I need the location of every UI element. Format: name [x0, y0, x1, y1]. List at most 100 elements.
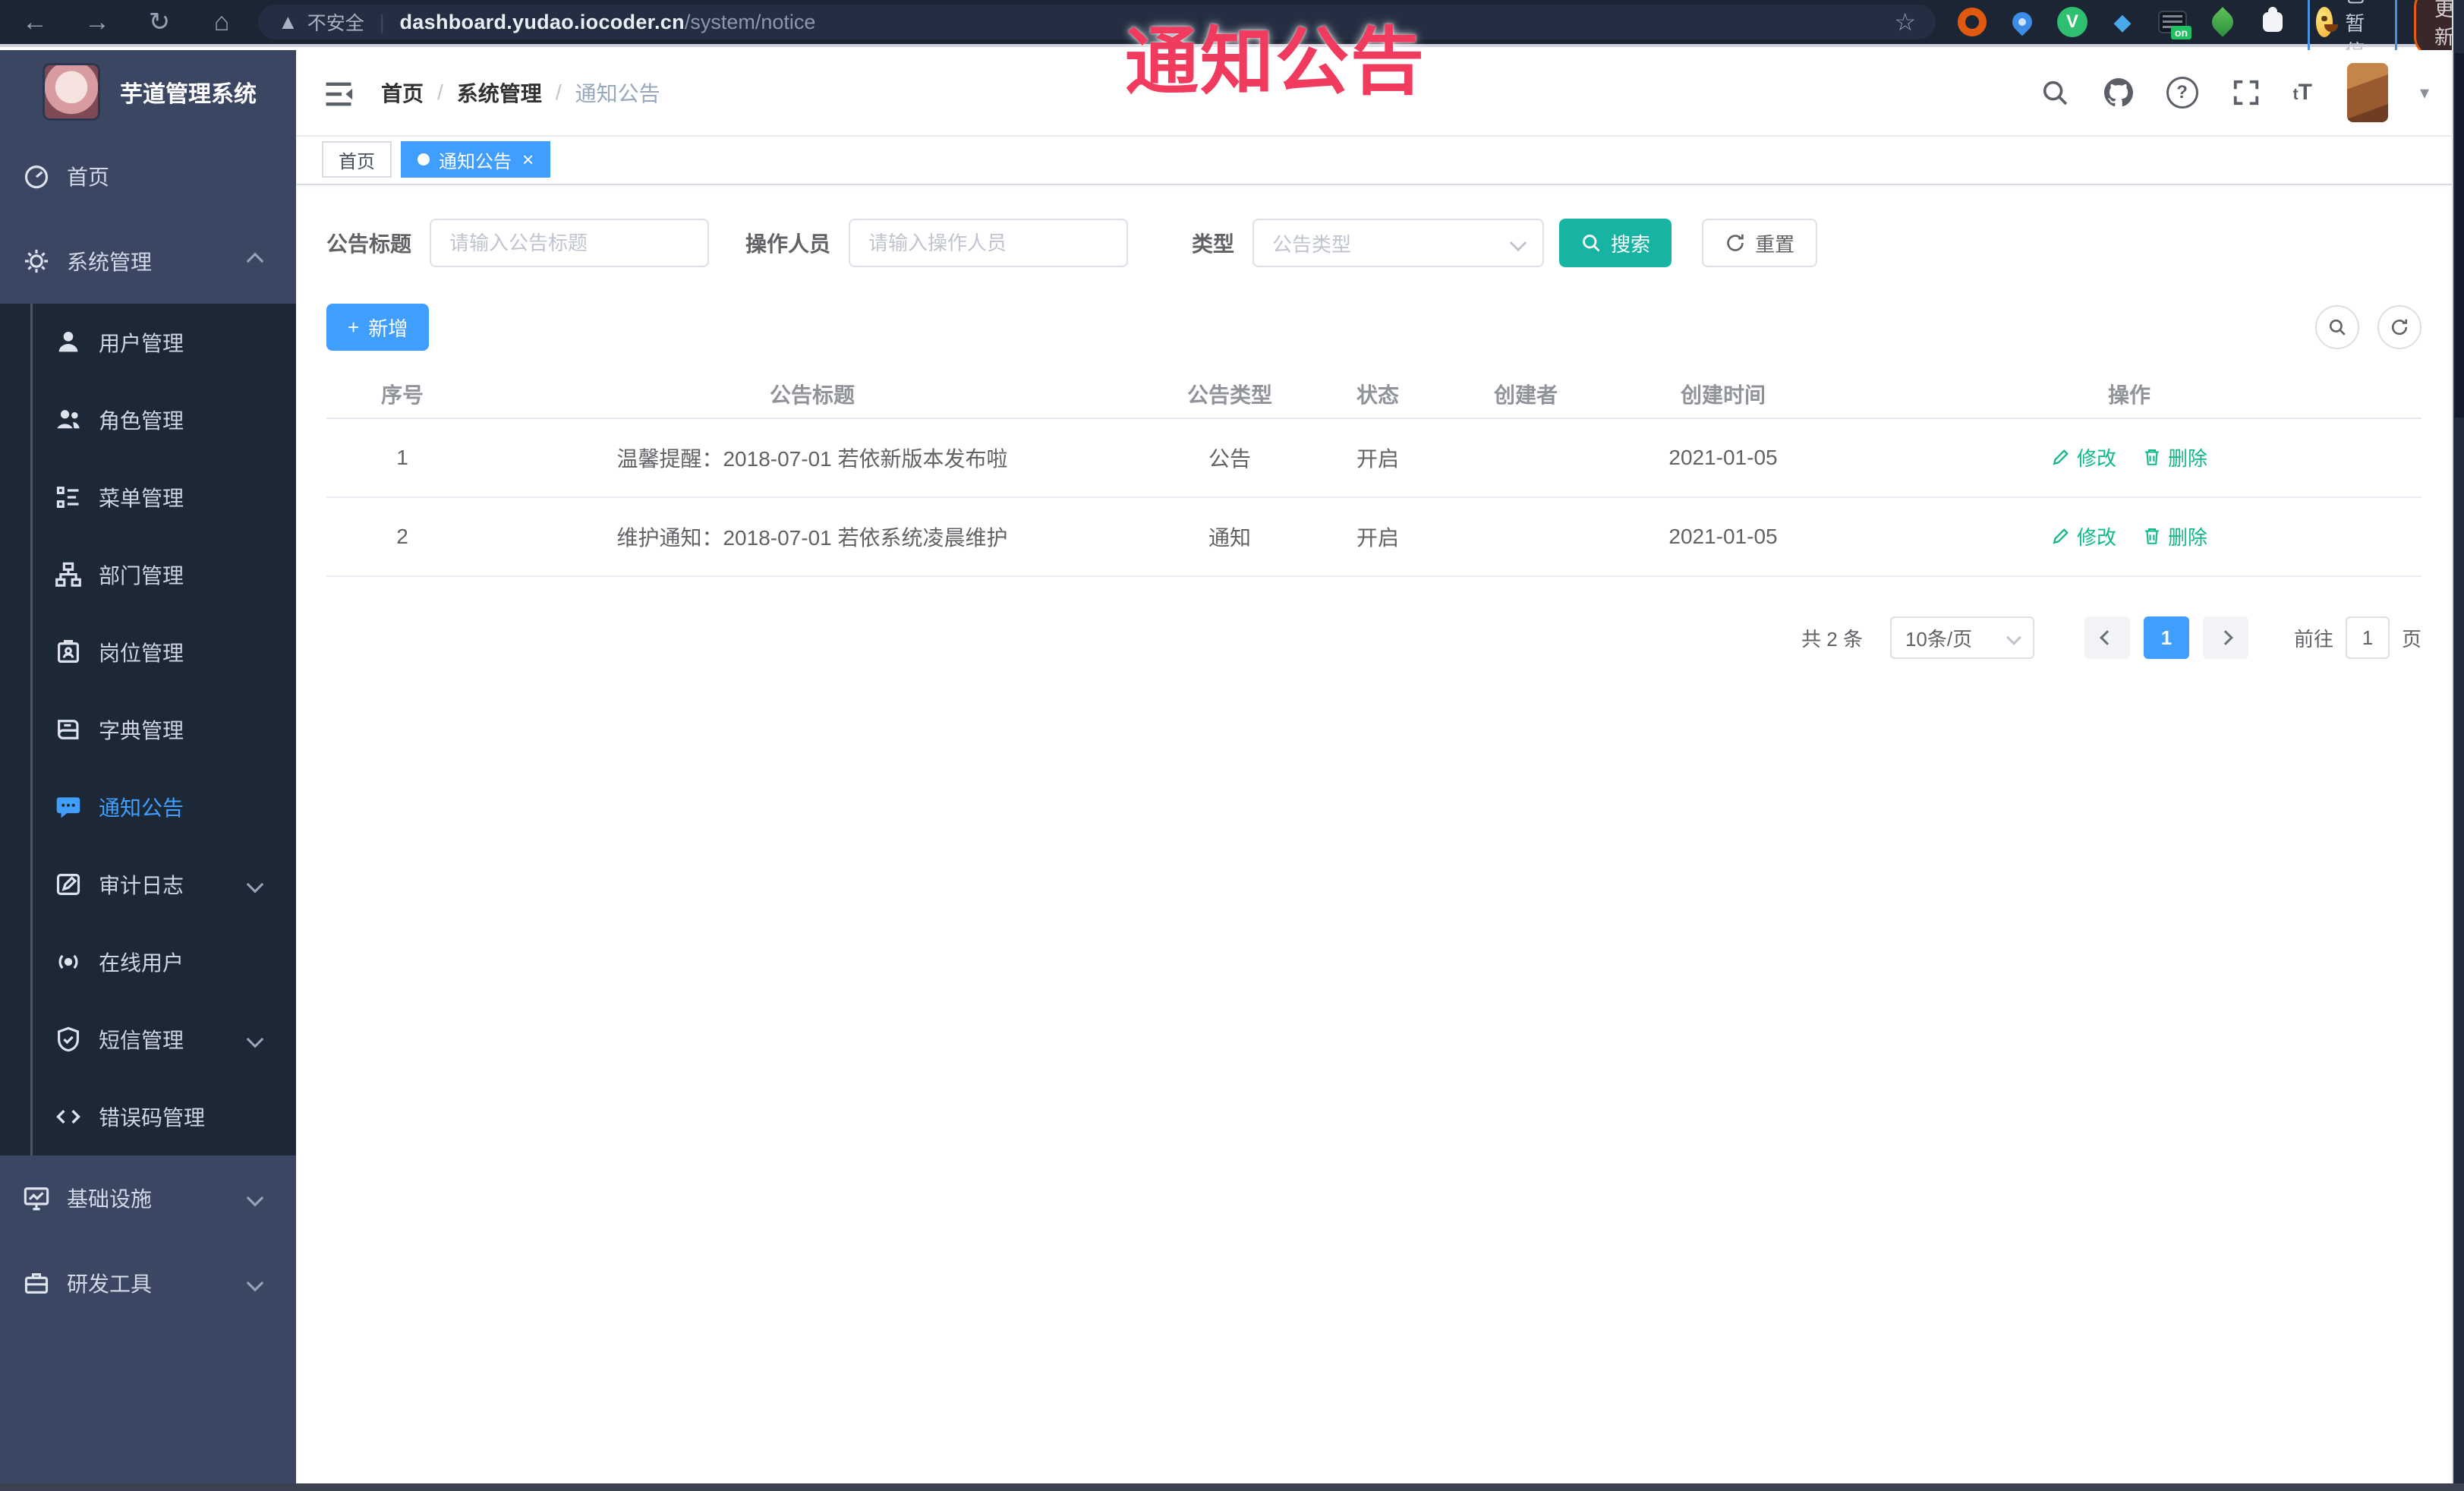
tab-home[interactable]: 首页: [322, 141, 392, 178]
page-number-1[interactable]: 1: [2143, 616, 2189, 659]
cell-creator: [1442, 418, 1609, 498]
goto-label: 前往: [2293, 627, 2333, 651]
address-bar[interactable]: ▲ 不安全 | dashboard.yudao.iocoder.cn /syst…: [258, 5, 1936, 39]
col-header-actions: 操作: [1837, 370, 2421, 419]
badge-icon: [53, 637, 83, 667]
hide-search-button[interactable]: [2315, 305, 2359, 349]
user-icon: [53, 327, 83, 358]
not-secure-badge[interactable]: ▲ 不安全: [278, 8, 364, 36]
sidebar-item-infra[interactable]: 基础设施: [0, 1155, 296, 1240]
plus-icon: +: [348, 315, 360, 339]
browser-toolbar: ← → ↻ ⌂ ▲ 不安全 | dashboard.yudao.iocoder.…: [0, 0, 2464, 71]
sidebar: 芋道管理系统 首页 系统管理 用户管理 角色管理 菜单管理 部门管理 岗位管理 …: [0, 50, 296, 1483]
log-edit-icon: [53, 869, 83, 900]
sidebar-item-notice[interactable]: 通知公告: [0, 768, 296, 846]
sidebar-item-auditlog[interactable]: 审计日志: [0, 846, 296, 923]
fullscreen-icon[interactable]: [2229, 76, 2263, 109]
edit-link-label: 修改: [2076, 525, 2116, 549]
reset-button[interactable]: 重置: [1702, 219, 1818, 267]
sidebar-item-devtools[interactable]: 研发工具: [0, 1240, 296, 1326]
browser-reload-icon[interactable]: ↻: [143, 7, 176, 37]
sidebar-item-depts[interactable]: 部门管理: [0, 536, 296, 613]
delete-link[interactable]: 删除: [2142, 443, 2207, 471]
sidebar-item-posts[interactable]: 岗位管理: [0, 613, 296, 691]
sidebar-item-label: 在线用户: [99, 951, 184, 975]
extension-icon-diamond[interactable]: ◆: [2107, 7, 2138, 37]
sidebar-submenu-system: 用户管理 角色管理 菜单管理 部门管理 岗位管理 字典管理 通知公告 审计日志 …: [0, 304, 296, 1155]
tab-notice[interactable]: 通知公告 ×: [401, 141, 551, 178]
sidebar-item-sms[interactable]: 短信管理: [0, 1001, 296, 1078]
delete-link-label: 删除: [2168, 446, 2208, 470]
extension-icon-pin[interactable]: [2007, 7, 2037, 37]
avatar-caret-icon[interactable]: ▾: [2420, 82, 2429, 104]
pagination-total: 共 2 条: [1801, 627, 1863, 651]
browser-forward-icon[interactable]: →: [80, 8, 114, 37]
sidebar-item-label: 基础设施: [67, 1187, 153, 1211]
add-button[interactable]: + 新增: [326, 304, 430, 351]
dashboard-icon: [21, 161, 52, 191]
search-icon[interactable]: [2038, 76, 2072, 109]
title-filter-input[interactable]: [430, 219, 710, 267]
close-icon[interactable]: ×: [522, 150, 534, 169]
bookmark-star-icon[interactable]: ☆: [1894, 8, 1916, 36]
browser-scrollbar[interactable]: [2452, 0, 2464, 1491]
browser-home-icon[interactable]: ⌂: [205, 8, 238, 37]
sidebar-item-dict[interactable]: 字典管理: [0, 691, 296, 768]
page-size-select[interactable]: 10条/页: [1889, 616, 2034, 659]
type-filter-label: 类型: [1192, 232, 1235, 256]
help-icon[interactable]: ?: [2166, 76, 2199, 109]
type-select[interactable]: 公告类型: [1252, 219, 1545, 267]
url-host: dashboard.yudao.iocoder.cn: [399, 10, 685, 33]
page-content: 公告标题 操作人员 类型 公告类型 搜索 重置: [296, 185, 2452, 659]
tab-label: 通知公告: [439, 151, 512, 172]
chevron-down-icon: [246, 875, 264, 894]
refresh-button[interactable]: [2377, 305, 2421, 349]
browser-back-icon[interactable]: ←: [18, 8, 52, 37]
title-filter-label: 公告标题: [326, 232, 412, 256]
prev-page-button[interactable]: [2084, 616, 2130, 659]
search-button[interactable]: 搜索: [1559, 219, 1672, 267]
gear-icon: [21, 246, 52, 276]
github-icon[interactable]: [2102, 76, 2135, 109]
sidebar-item-label: 菜单管理: [99, 487, 184, 510]
breadcrumb-home[interactable]: 首页: [381, 77, 424, 108]
sidebar-item-errorcode[interactable]: 错误码管理: [0, 1078, 296, 1155]
sidebar-item-home[interactable]: 首页: [0, 134, 296, 219]
reset-button-label: 重置: [1755, 232, 1795, 256]
extension-icon-leaf[interactable]: [2207, 7, 2238, 37]
sidebar-item-online-users[interactable]: 在线用户: [0, 923, 296, 1001]
breadcrumb-system[interactable]: 系统管理: [457, 77, 542, 108]
next-page-button[interactable]: [2202, 616, 2248, 659]
edit-link[interactable]: 修改: [2051, 522, 2116, 550]
extension-icon-puzzle[interactable]: [2258, 7, 2288, 37]
warning-icon: ▲: [278, 10, 298, 33]
scrollbar-thumb[interactable]: [2455, 53, 2464, 418]
delete-link[interactable]: 删除: [2142, 522, 2207, 550]
operator-filter-label: 操作人员: [745, 232, 831, 256]
operator-filter-input[interactable]: [849, 219, 1129, 267]
app-logo-block[interactable]: 芋道管理系统: [0, 50, 296, 134]
user-avatar[interactable]: [2346, 63, 2388, 122]
sidebar-item-roles[interactable]: 角色管理: [0, 381, 296, 459]
sidebar-toggle-icon[interactable]: [322, 77, 355, 108]
vue-devtools-icon[interactable]: V: [2057, 7, 2087, 37]
table-toolbar: + 新增: [326, 304, 2421, 351]
sidebar-item-menus[interactable]: 菜单管理: [0, 459, 296, 536]
active-tab-dot: [417, 153, 430, 165]
goto-page-input[interactable]: [2345, 616, 2390, 659]
sidebar-item-system[interactable]: 系统管理: [0, 219, 296, 304]
breadcrumb-separator: /: [555, 80, 562, 104]
extension-icon-switch[interactable]: on: [2157, 7, 2191, 39]
monitor-icon: [21, 1183, 52, 1213]
sidebar-item-users[interactable]: 用户管理: [0, 304, 296, 381]
font-size-icon[interactable]: tT: [2293, 80, 2312, 106]
chat-bubble-icon: [53, 792, 83, 822]
extension-icon-orange[interactable]: [1957, 7, 1987, 37]
sidebar-item-label: 短信管理: [99, 1029, 184, 1052]
col-header-creator: 创建者: [1442, 370, 1609, 419]
sidebar-item-label: 首页: [67, 165, 110, 189]
edit-link[interactable]: 修改: [2051, 443, 2116, 471]
page-size-value: 10条/页: [1905, 627, 1973, 651]
sidebar-item-label: 审计日志: [99, 874, 184, 897]
app-title: 芋道管理系统: [120, 82, 257, 107]
